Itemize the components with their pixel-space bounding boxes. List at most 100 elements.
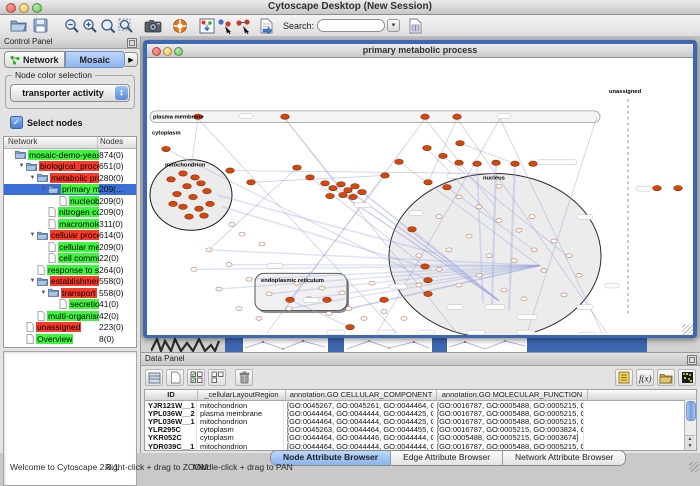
new-attribute-button[interactable]: [166, 369, 184, 386]
graph-node[interactable]: [551, 239, 557, 243]
tree-row[interactable]: ▼primary metabo209(...: [4, 184, 136, 196]
graph-node[interactable]: [521, 297, 527, 301]
tab-network[interactable]: Network: [4, 51, 65, 68]
graph-node[interactable]: [286, 297, 295, 302]
graph-node[interactable]: [408, 227, 417, 232]
graph-node[interactable]: [167, 177, 176, 182]
node-label-chip[interactable]: [577, 305, 593, 310]
graph-node[interactable]: [674, 186, 683, 191]
graph-node[interactable]: [531, 248, 537, 252]
graph-node[interactable]: [416, 283, 422, 287]
graph-node[interactable]: [206, 201, 215, 206]
graph-node[interactable]: [293, 165, 302, 170]
function-builder-button[interactable]: f(x): [636, 369, 654, 386]
graph-node[interactable]: [421, 114, 430, 119]
graph-node[interactable]: [346, 325, 355, 330]
expander-icon[interactable]: ▼: [28, 175, 37, 181]
graph-node[interactable]: [239, 232, 245, 236]
graph-node[interactable]: [185, 214, 194, 219]
tree-column-network[interactable]: Network: [4, 137, 98, 148]
graph-node[interactable]: [456, 283, 462, 287]
graph-node[interactable]: [259, 242, 265, 246]
graph-node[interactable]: [455, 160, 464, 165]
tree-row[interactable]: Overview8(0): [4, 333, 136, 345]
graph-node[interactable]: [247, 180, 256, 185]
graph-node[interactable]: [351, 184, 360, 189]
zoom-out-button[interactable]: [63, 17, 81, 35]
float-panel-icon[interactable]: [127, 38, 137, 48]
node-label-chip[interactable]: [389, 284, 407, 289]
graph-node[interactable]: [401, 316, 407, 320]
tree-row[interactable]: cell communicat22(0): [4, 253, 136, 265]
graph-node[interactable]: [486, 254, 492, 258]
graph-node[interactable]: [329, 186, 338, 191]
graph-node[interactable]: [319, 286, 325, 290]
graph-node[interactable]: [423, 145, 432, 150]
graph-node[interactable]: [169, 201, 178, 206]
graph-node[interactable]: [326, 193, 335, 198]
expander-icon[interactable]: ▼: [28, 232, 37, 238]
zoom-selected-button[interactable]: [99, 17, 117, 35]
select-edges-tool-button[interactable]: [234, 17, 252, 35]
graph-node[interactable]: [195, 206, 204, 211]
graph-node[interactable]: [439, 153, 448, 158]
tree-row[interactable]: ▼cellular process614(0): [4, 230, 136, 242]
graph-node[interactable]: [229, 222, 235, 226]
graph-node[interactable]: [179, 171, 188, 176]
graph-node[interactable]: [323, 297, 332, 302]
tree-row[interactable]: ▼transport558(0): [4, 287, 136, 299]
graph-node[interactable]: [566, 254, 572, 258]
graph-node[interactable]: [203, 188, 212, 193]
graph-node[interactable]: [369, 281, 375, 285]
graph-node[interactable]: [349, 194, 358, 199]
graph-node[interactable]: [511, 161, 520, 166]
node-label-chip[interactable]: [354, 203, 370, 208]
graph-node[interactable]: [456, 195, 462, 199]
graph-node[interactable]: [358, 189, 367, 194]
expander-icon[interactable]: ▼: [39, 186, 48, 192]
graph-node[interactable]: [443, 185, 452, 190]
graph-node[interactable]: [424, 291, 433, 296]
open-session-button[interactable]: [9, 17, 27, 35]
graph-node[interactable]: [561, 293, 567, 297]
node-label-chip[interactable]: [517, 314, 537, 319]
graph-node[interactable]: [473, 161, 482, 166]
graph-node[interactable]: [466, 234, 472, 238]
graph-node[interactable]: [191, 175, 200, 180]
node-label-chip[interactable]: [417, 330, 435, 335]
graph-node[interactable]: [346, 307, 352, 311]
node-label-chip[interactable]: [467, 330, 485, 335]
graph-node[interactable]: [446, 248, 452, 252]
import-attributes-button[interactable]: [257, 17, 275, 35]
node-label-chip[interactable]: [537, 160, 577, 165]
graph-node[interactable]: [337, 182, 346, 187]
node-label-chip[interactable]: [579, 332, 595, 335]
graph-node[interactable]: [421, 264, 430, 269]
graph-node[interactable]: [501, 288, 507, 292]
expander-icon[interactable]: ▼: [17, 163, 26, 169]
heatmap-view-button[interactable]: [678, 369, 696, 386]
table-column-header[interactable]: ID: [145, 390, 198, 400]
graph-node[interactable]: [492, 160, 501, 165]
graph-node[interactable]: [179, 204, 188, 209]
network-canvas[interactable]: plasma membranecytoplasmmitochondrionnuc…: [147, 58, 693, 335]
node-label-chip[interactable]: [409, 211, 423, 216]
app-resize-grip[interactable]: [689, 462, 699, 472]
graph-node[interactable]: [281, 114, 290, 119]
expander-icon[interactable]: ▼: [28, 278, 37, 284]
graph-node[interactable]: [541, 268, 547, 272]
node-label-chip[interactable]: [327, 330, 345, 335]
tab-mosaic[interactable]: Mosaic: [65, 51, 126, 68]
graph-node[interactable]: [256, 316, 262, 320]
node-label-chip[interactable]: [577, 215, 593, 220]
tree-row[interactable]: nitrogen compo209(0): [4, 207, 136, 219]
node-label-chip[interactable]: [497, 114, 511, 119]
window-resize-grip[interactable]: [682, 324, 693, 335]
node-label-chip[interactable]: [447, 305, 463, 310]
node-color-select[interactable]: transporter activity ▲▼: [10, 84, 130, 102]
graph-node[interactable]: [266, 292, 272, 296]
table-column-header[interactable]: annotation.GO MOLECULAR_FUNCTION: [437, 390, 588, 400]
search-options-dropdown[interactable]: ▾: [387, 19, 400, 32]
graph-node[interactable]: [381, 173, 390, 178]
select-all-attributes-button[interactable]: [187, 369, 205, 386]
